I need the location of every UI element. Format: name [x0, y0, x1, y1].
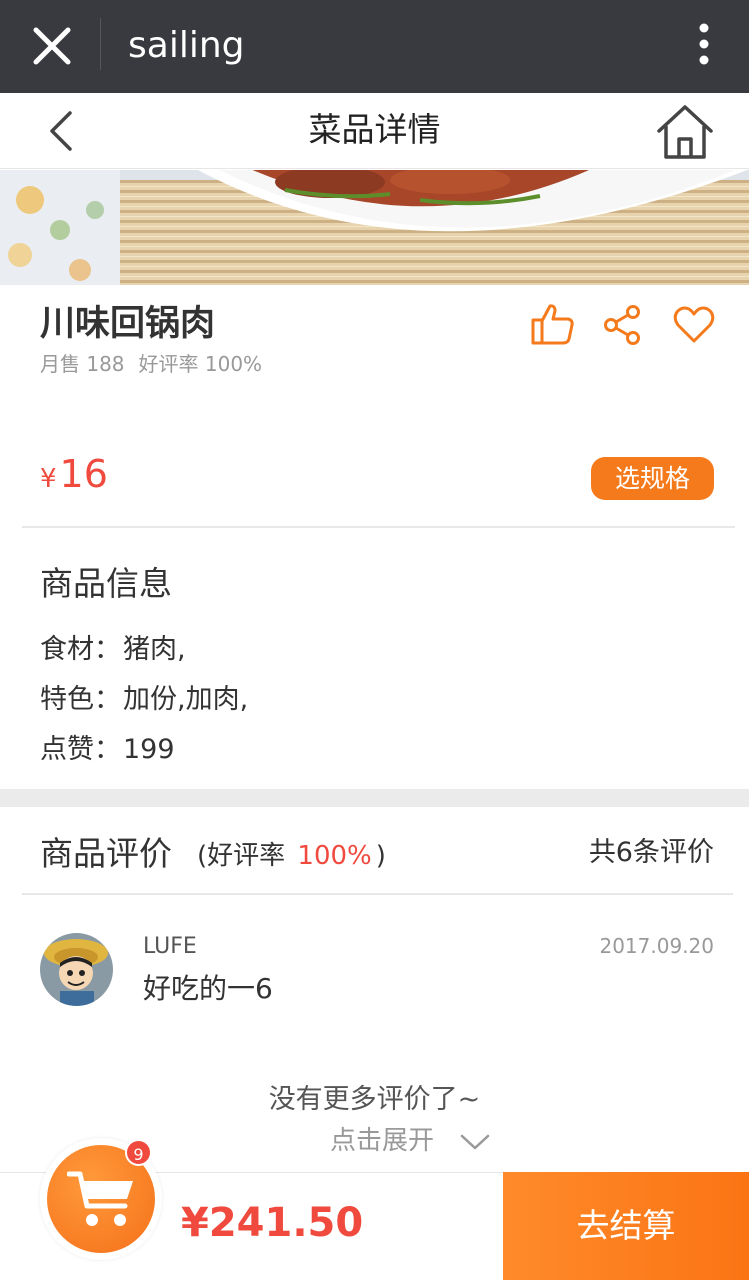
info-row-features: 特色：加份,加肉, — [40, 682, 248, 718]
cart-total: ¥241.50 — [181, 1200, 364, 1246]
info-label: 点赞： — [40, 734, 121, 765]
divider — [100, 18, 101, 70]
dish-image — [0, 170, 749, 285]
window-title: sailing — [128, 25, 245, 66]
info-row-likes: 点赞：199 — [40, 732, 175, 768]
share-icon[interactable] — [602, 304, 644, 346]
section-separator — [0, 789, 749, 807]
cart-icon — [67, 1171, 133, 1226]
no-more-reviews: 没有更多评价了~ — [268, 1084, 481, 1115]
info-title: 商品信息 — [40, 564, 172, 603]
info-label: 特色： — [40, 684, 121, 715]
avatar — [40, 933, 113, 1006]
info-value: 加份,加肉, — [123, 684, 249, 715]
top-bar: sailing — [0, 0, 749, 93]
divider — [22, 893, 733, 895]
review-text: 好吃的一6 — [143, 972, 273, 1005]
page-title: 菜品详情 — [308, 110, 441, 149]
info-value: 199 — [123, 734, 175, 765]
chevron-down-icon[interactable] — [458, 1130, 492, 1154]
checkout-button[interactable]: 去结算 — [503, 1172, 749, 1280]
home-icon[interactable] — [655, 103, 715, 161]
monthly-sales: 月售 188 — [40, 352, 125, 376]
dish-name: 川味回锅肉 — [40, 304, 216, 344]
rate-value: 100% — [297, 841, 372, 871]
price-value: 16 — [59, 452, 108, 496]
divider — [22, 526, 735, 528]
cart-count-badge: 9 — [125, 1139, 152, 1166]
more-icon[interactable] — [690, 20, 718, 68]
heart-icon[interactable] — [672, 303, 716, 345]
close-icon[interactable] — [28, 22, 76, 70]
reviews-rate: (好评率 100%) — [197, 838, 386, 874]
review-date: 2017.09.20 — [599, 934, 714, 958]
currency-symbol: ¥ — [40, 464, 57, 494]
info-value: 猪肉, — [123, 634, 186, 665]
dish-stats: 月售 188 好评率 100% — [40, 350, 262, 378]
info-row-ingredients: 食材：猪肉, — [40, 632, 186, 668]
info-label: 食材： — [40, 634, 121, 665]
reviews-count[interactable]: 共6条评价 — [589, 834, 714, 872]
rate-suffix: ) — [375, 841, 386, 871]
reviews-title: 商品评价 — [40, 834, 172, 873]
nav-bar: 菜品详情 — [0, 93, 749, 169]
dish-price: ¥16 — [40, 450, 108, 503]
expand-link[interactable]: 点击展开 — [330, 1124, 434, 1158]
reviewer-name: LUFE — [143, 934, 197, 959]
thumbs-up-icon[interactable] — [528, 302, 576, 346]
rate-prefix: (好评率 — [197, 841, 286, 871]
select-spec-button[interactable]: 选规格 — [591, 457, 714, 500]
rating: 好评率 100% — [138, 352, 263, 376]
